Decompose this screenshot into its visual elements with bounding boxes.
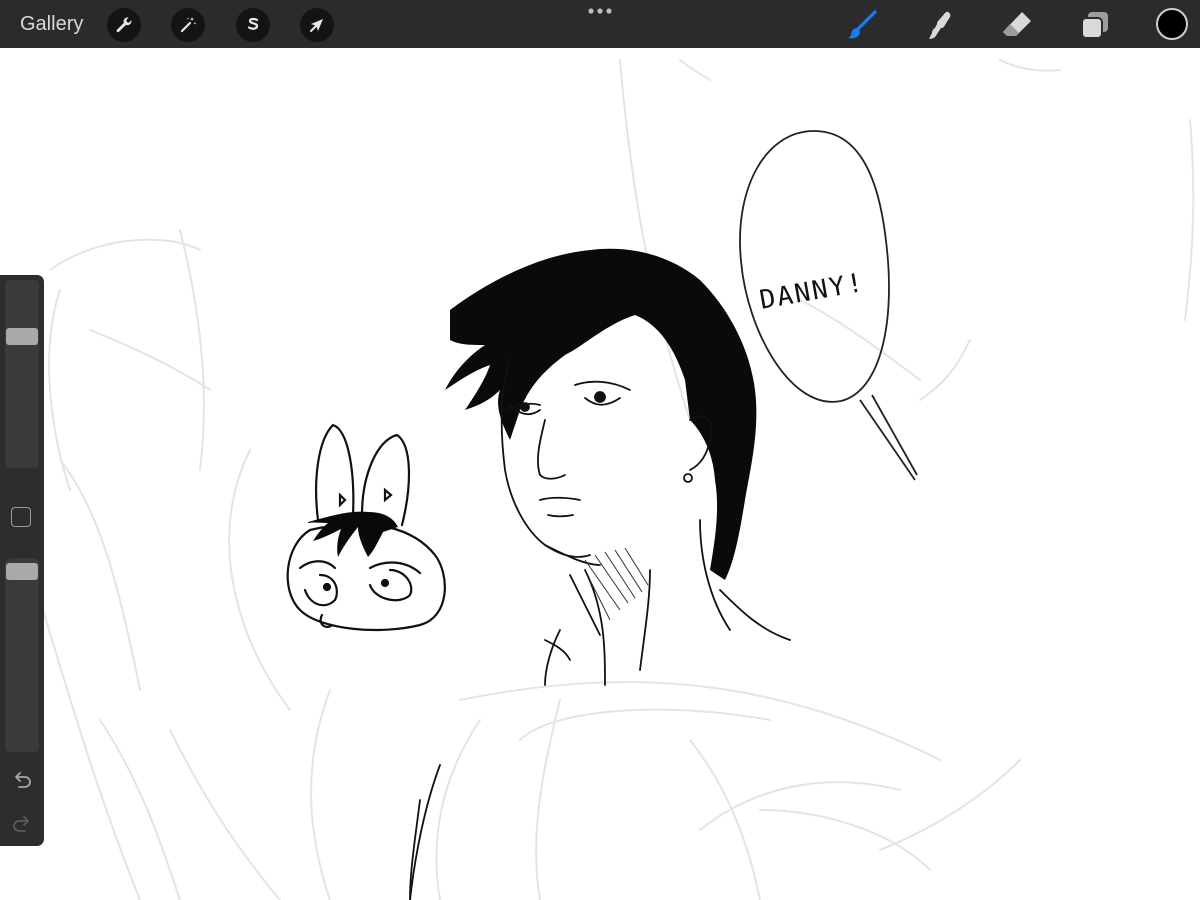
- opacity-slider[interactable]: [5, 558, 39, 752]
- drawing-canvas[interactable]: DANNY!: [0, 48, 1200, 900]
- square-modify-icon[interactable]: [11, 507, 31, 527]
- brush-size-thumb[interactable]: [6, 328, 38, 345]
- adjustments-button[interactable]: [171, 8, 205, 42]
- neck-hatching: [584, 547, 649, 621]
- sketch-guidelines: [39, 59, 1195, 900]
- brush-tool-button[interactable]: [844, 7, 880, 43]
- transform-button[interactable]: [300, 8, 334, 42]
- selection-button[interactable]: [236, 8, 270, 42]
- actions-button[interactable]: [107, 8, 141, 42]
- smudge-finger-icon: [929, 11, 951, 39]
- rabbit-hair: [308, 511, 398, 557]
- wrench-icon: [116, 17, 132, 33]
- brush-icon: [848, 10, 877, 39]
- layers-tool-button[interactable]: [1077, 7, 1113, 43]
- gallery-button[interactable]: Gallery: [20, 12, 83, 36]
- left-sidebar: [0, 275, 44, 846]
- opacity-thumb[interactable]: [6, 563, 38, 580]
- ellipsis-icon[interactable]: [585, 2, 615, 18]
- smudge-tool-button[interactable]: [921, 7, 957, 43]
- arrow-cursor-icon: [310, 19, 323, 32]
- man-hair: [445, 248, 757, 580]
- eraser-icon: [1003, 12, 1031, 36]
- eraser-tool-button[interactable]: [999, 7, 1035, 43]
- magic-wand-icon: [180, 17, 197, 33]
- sketch-artwork: [39, 59, 1195, 900]
- layers-icon: [1081, 12, 1108, 39]
- top-toolbar: Gallery: [0, 0, 1200, 48]
- undo-icon[interactable]: [10, 769, 34, 793]
- redo-icon[interactable]: [10, 813, 34, 837]
- selection-s-icon: [247, 17, 259, 30]
- brush-size-slider[interactable]: [5, 280, 39, 468]
- color-picker-swatch[interactable]: [1156, 8, 1188, 40]
